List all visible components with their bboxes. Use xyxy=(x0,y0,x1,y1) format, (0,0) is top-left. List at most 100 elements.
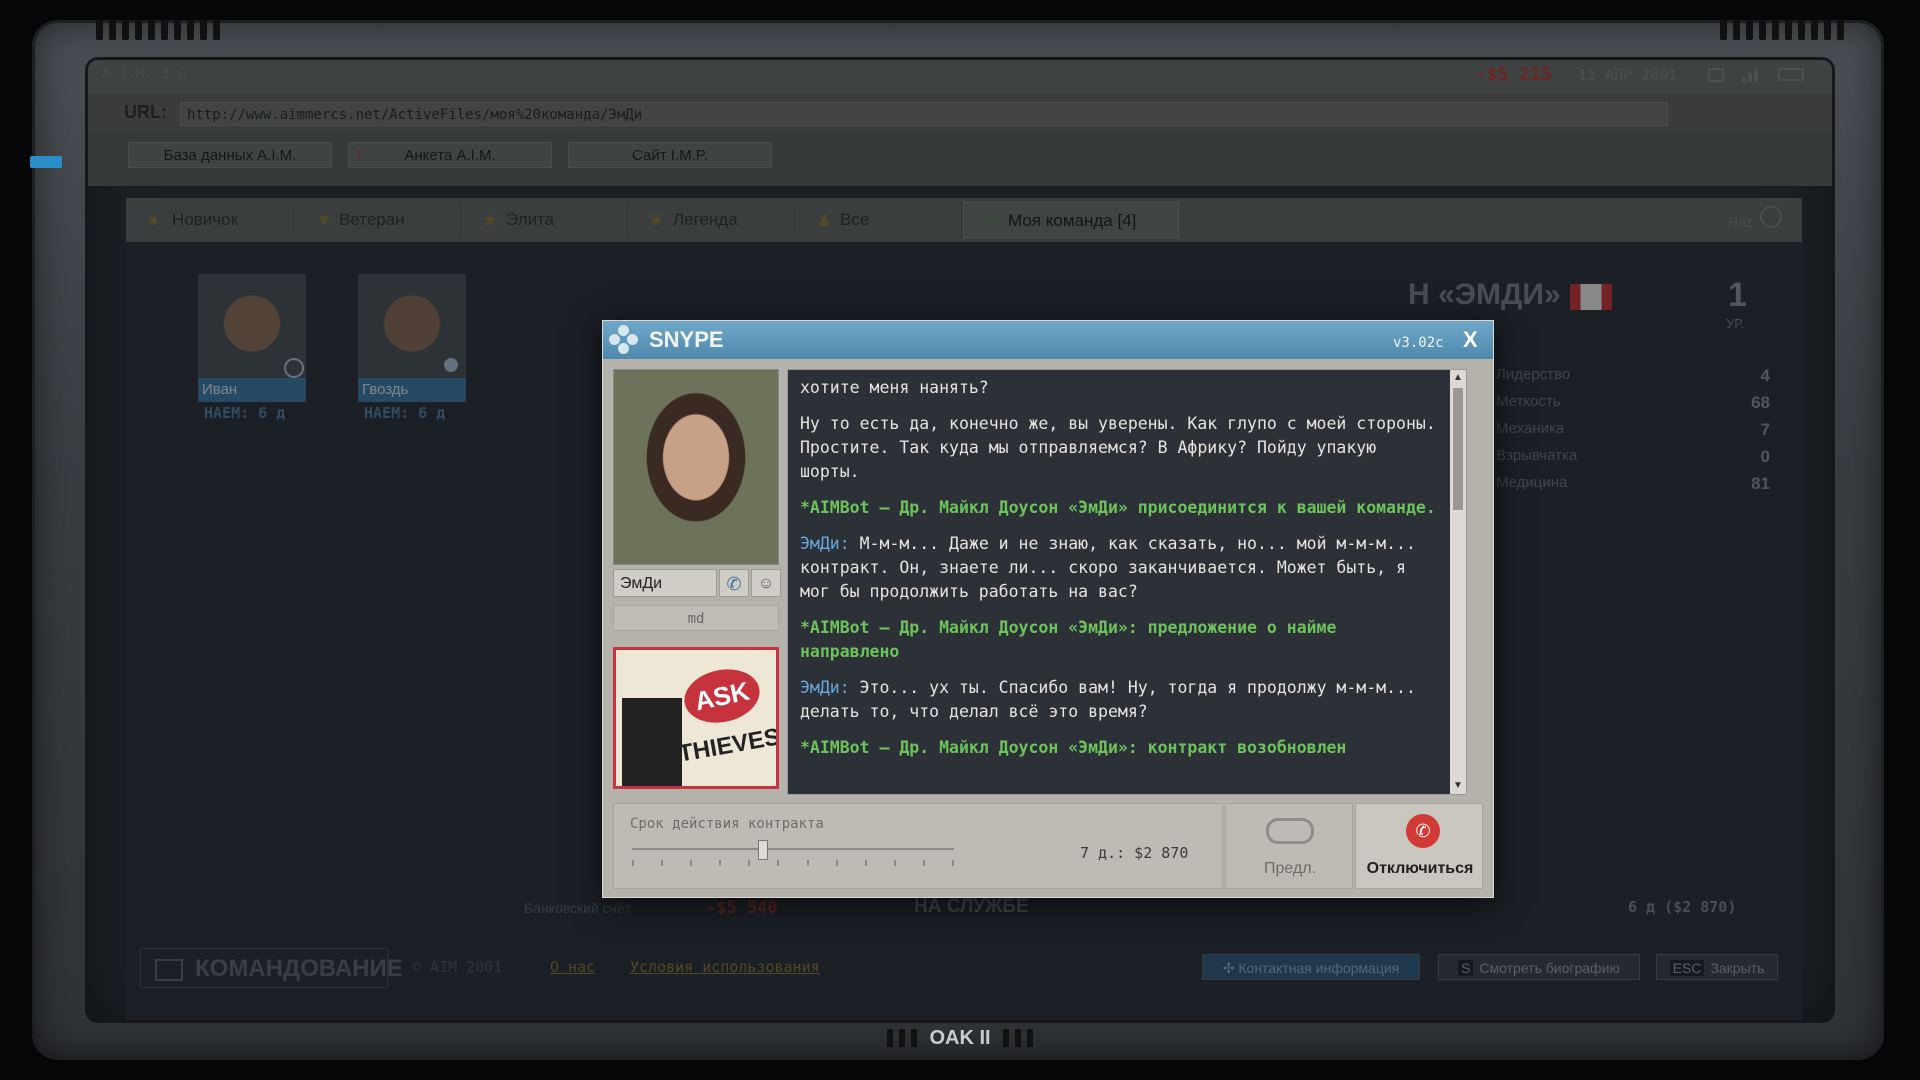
contact-portrait xyxy=(613,369,779,565)
snype-close-button[interactable]: X xyxy=(1463,327,1478,353)
offer-button[interactable]: Предл. xyxy=(1225,803,1353,889)
on-duty-label: НА СЛУЖБЕ xyxy=(914,896,1029,917)
slider-tick xyxy=(807,860,809,866)
tab-veteran[interactable]: ▼ Ветеран xyxy=(295,202,461,238)
chat-scrollbar[interactable]: ▲ ▼ xyxy=(1450,370,1466,794)
nav-aim-database-button[interactable]: База данных A.I.M. xyxy=(128,142,332,168)
key-hint: ESC xyxy=(1669,960,1705,976)
ad-line2: THIEVES xyxy=(676,723,779,768)
terms-link[interactable]: Условия использования xyxy=(630,958,820,976)
tab-rookie-label: Новичок xyxy=(172,210,239,229)
brand-label: OAK II xyxy=(929,1026,991,1049)
skill-label: Лидерство xyxy=(1496,366,1571,383)
scroll-down-icon[interactable]: ▼ xyxy=(1450,778,1466,794)
contact-name: ЭмДи xyxy=(613,569,717,597)
view-bio-button[interactable]: S Смотреть биографию xyxy=(1438,954,1640,980)
snype-version: v3.02c xyxy=(1393,335,1444,351)
star-icon: ★ xyxy=(482,210,499,230)
date-readout: 11 АПР 2001 xyxy=(1578,66,1678,84)
skill-value: 7 xyxy=(1760,420,1770,439)
ask-thieves-ad[interactable]: ASK THIEVES xyxy=(613,647,779,789)
tab-my-team[interactable]: ✎ Моя команда [4] xyxy=(963,202,1179,238)
bezel-grille-right xyxy=(1720,20,1844,40)
command-brand: КОМАНДОВАНИЕ xyxy=(195,955,403,982)
slider-tick xyxy=(690,860,692,866)
bank-value: -$5 540 xyxy=(706,898,778,918)
slider-tick xyxy=(952,860,954,866)
grenade-icon xyxy=(444,358,458,372)
brand-plate: OAK II xyxy=(870,1024,1050,1052)
hazard-icon xyxy=(1760,206,1782,228)
skill-label: Медицина xyxy=(1496,474,1568,491)
tab-legend-label: Легенда xyxy=(673,210,738,229)
chat-bot-message: *AIMBot – Др. Майкл Доусон «ЭмДи»: предл… xyxy=(800,618,1337,661)
canada-flag-icon xyxy=(1570,284,1612,310)
disconnect-button[interactable]: ✆ Отключиться xyxy=(1355,803,1483,889)
close-button[interactable]: ESC Закрыть xyxy=(1656,954,1778,980)
view-bio-label: Смотреть биографию xyxy=(1479,960,1620,976)
skill-label: Механика xyxy=(1496,420,1565,437)
hangup-icon: ✆ xyxy=(1406,814,1440,848)
key-hint: S xyxy=(1458,960,1474,976)
status-bar xyxy=(88,60,1832,94)
url-label: URL: xyxy=(124,102,167,122)
snype-window: SNYPE v3.02c X ЭмДи ✆ ☺ md ASK THIEVES х… xyxy=(602,320,1494,898)
slider-tick xyxy=(748,860,750,866)
skill-row: Лидерство 4 xyxy=(1470,366,1770,393)
team-icon: ✎ xyxy=(984,211,1000,231)
merc-name-heading: Н «ЭМДИ» xyxy=(1408,278,1561,311)
ad-illustration xyxy=(622,660,682,786)
chat-log[interactable]: хотите меня нанять? Ну то есть да, конеч… xyxy=(787,369,1467,795)
nav-imp-site-button[interactable]: Сайт I.M.P. xyxy=(568,142,772,168)
about-link[interactable]: О нас xyxy=(550,958,595,976)
scroll-thumb[interactable] xyxy=(1453,388,1463,510)
command-logo: КОМАНДОВАНИЕ xyxy=(140,948,403,988)
power-led xyxy=(30,156,62,168)
rookie-icon: ● xyxy=(148,210,159,230)
contract-panel: Срок действия контракта 7 д.: $2 870 xyxy=(613,803,1223,889)
tab-legend[interactable]: ❦ Легенда xyxy=(629,202,795,238)
slider-tick xyxy=(632,860,634,866)
url-field[interactable]: http://www.aimmercs.net/ActiveFiles/моя%… xyxy=(180,102,1668,126)
contract-value: 7 д.: $2 870 xyxy=(1080,844,1189,862)
contact-handle: md xyxy=(613,605,779,631)
tab-all[interactable]: ♟ Все xyxy=(796,202,962,238)
skill-row: ✕Механика7 xyxy=(1470,420,1770,447)
tab-rookie[interactable]: ● Новичок xyxy=(128,202,294,238)
slider-thumb[interactable] xyxy=(758,840,768,860)
skill-list: Лидерство4 Меткость68 ✕Механика7 Взрывча… xyxy=(1470,366,1770,501)
slider-tick xyxy=(865,860,867,866)
ad-badge: ASK xyxy=(679,662,765,730)
hazard-label: Haz xyxy=(1728,214,1753,230)
merc-level-label: УР. xyxy=(1726,316,1745,331)
chat-speaker: ЭмДи: xyxy=(800,534,850,553)
contract-slider[interactable] xyxy=(632,840,954,874)
skill-row: Меткость 68 xyxy=(1470,393,1770,420)
skill-label: Меткость xyxy=(1496,393,1561,410)
veteran-icon: ▼ xyxy=(315,210,333,230)
bank-label: Банковский счёт xyxy=(524,900,632,916)
team-card-ivan[interactable]: Иван НАЕМ: 6 д xyxy=(198,274,306,422)
skill-value: 68 xyxy=(1751,393,1770,412)
snype-titlebar: SNYPE v3.02c X xyxy=(603,321,1493,359)
tab-elite[interactable]: ★ Элита xyxy=(462,202,628,238)
chat-message: хотите меня нанять? xyxy=(800,378,989,397)
contact-info-label: Контактная информация xyxy=(1238,960,1400,976)
crosshair-icon xyxy=(284,358,304,378)
profile-icon[interactable]: ☺ xyxy=(751,569,781,597)
command-icon xyxy=(155,959,183,981)
chat-message: ЭмДи: Это... ух ты. Спасибо вам! Ну, тог… xyxy=(800,676,1440,724)
nav-aim-form-label: Анкета A.I.M. xyxy=(404,147,496,164)
contact-info-button[interactable]: ✣ Контактная информация xyxy=(1202,954,1420,980)
chat-message: Ну то есть да, конечно же, вы уверены. К… xyxy=(800,414,1436,481)
snype-title: SNYPE xyxy=(649,327,724,352)
team-card-nail[interactable]: Гвоздь НАЕМ: 6 д xyxy=(358,274,466,422)
bezel-grille-left xyxy=(96,20,220,40)
skill-value: 0 xyxy=(1760,447,1770,466)
tab-my-team-label: Моя команда [4] xyxy=(1008,211,1137,230)
balance-readout: -$5 215 xyxy=(1476,64,1552,85)
handshake-icon xyxy=(1266,818,1314,844)
call-icon[interactable]: ✆ xyxy=(719,569,749,597)
scroll-up-icon[interactable]: ▲ xyxy=(1450,370,1466,386)
nav-aim-form-button[interactable]: ! Анкета A.I.M. xyxy=(348,142,552,168)
